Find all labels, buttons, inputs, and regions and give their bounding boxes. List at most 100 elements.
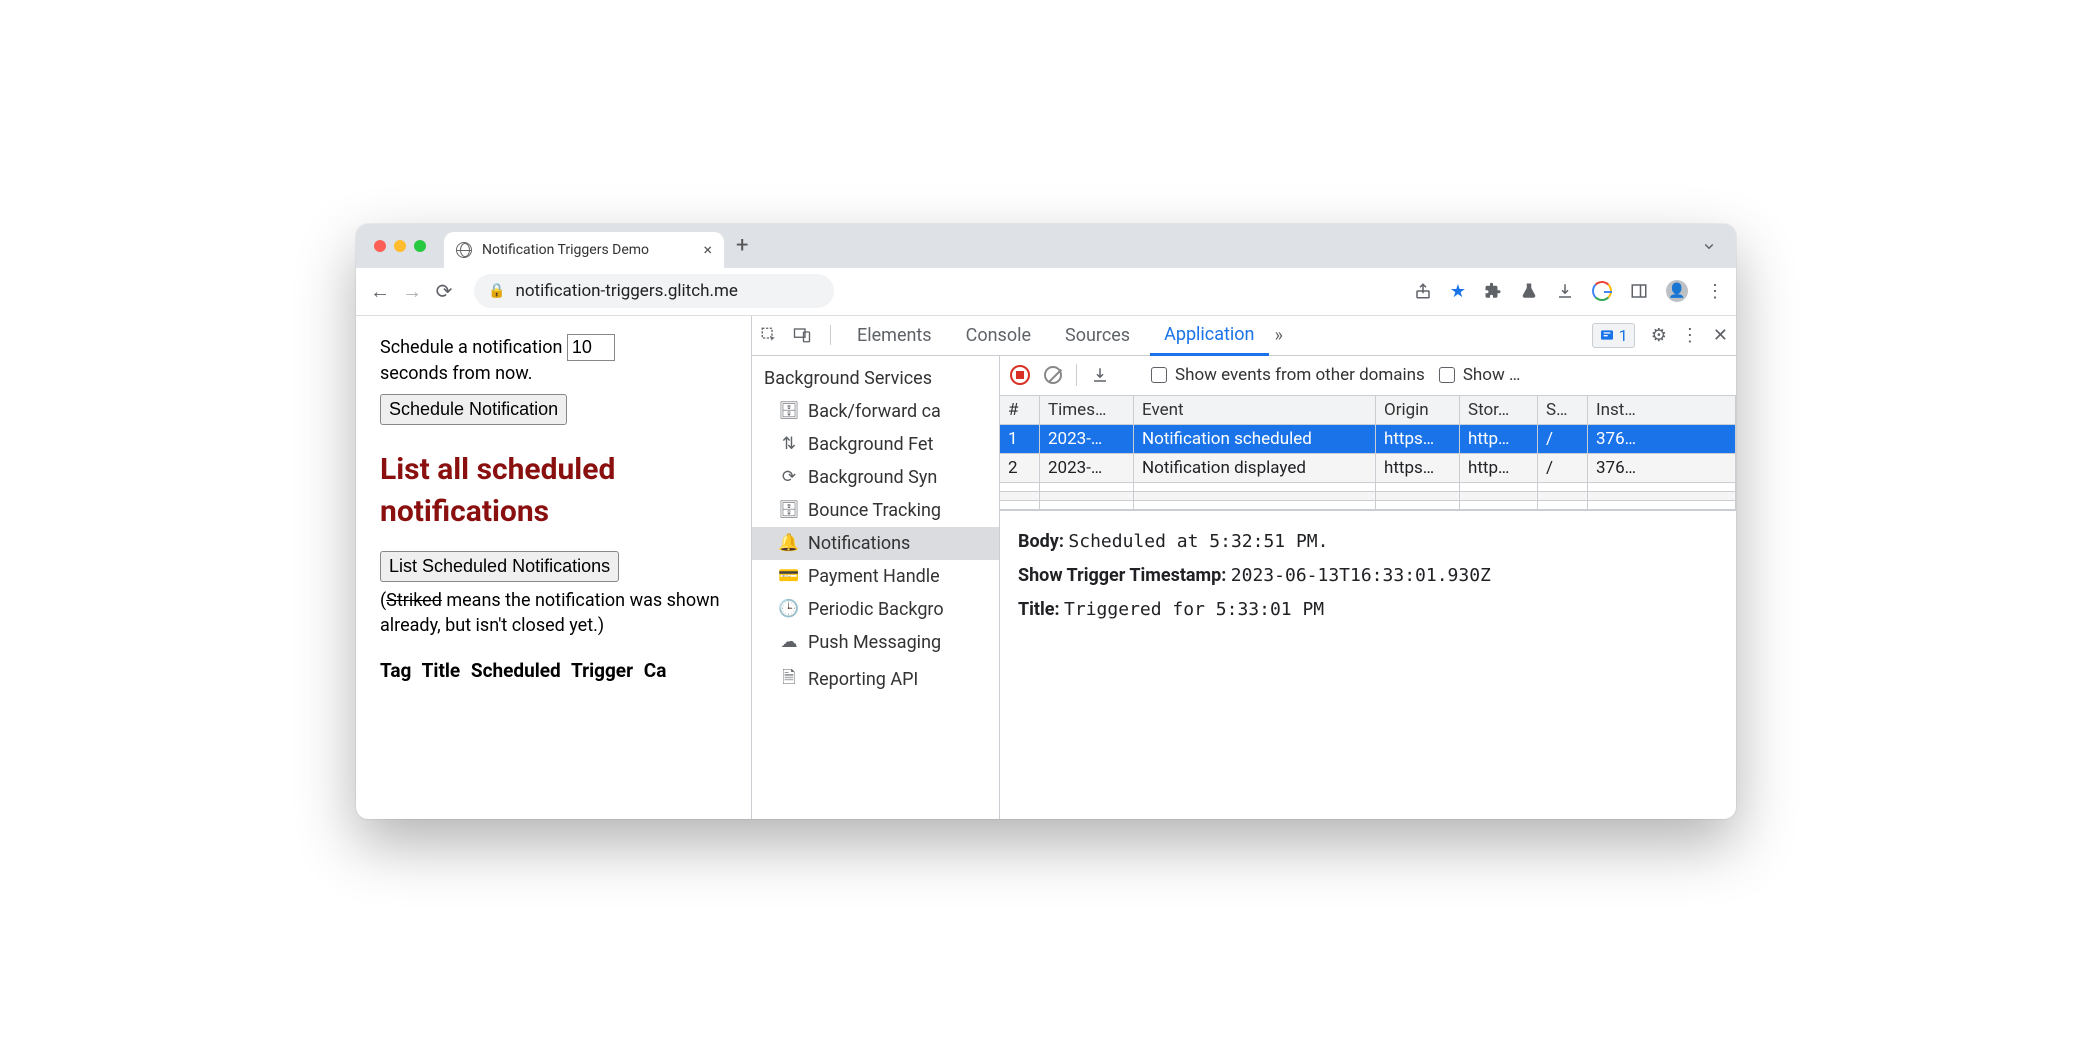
- schedule-label-prefix: Schedule a notification: [380, 337, 562, 358]
- checkbox-icon: [1439, 367, 1455, 383]
- detail-key-title: Title:: [1018, 599, 1060, 620]
- sidebar-item-periodic-background[interactable]: 🕒Periodic Backgro: [752, 593, 999, 626]
- save-button[interactable]: [1091, 366, 1109, 384]
- device-toggle-icon[interactable]: [792, 326, 818, 344]
- table-row[interactable]: Notification displayed: [1134, 454, 1376, 483]
- table-row[interactable]: 376…: [1588, 454, 1736, 483]
- url-text: notification-triggers.glitch.me: [515, 281, 737, 301]
- settings-icon[interactable]: ⚙: [1651, 325, 1667, 346]
- table-row[interactable]: 2023-…: [1040, 425, 1134, 454]
- detail-value-title: Triggered for 5:33:01 PM: [1064, 599, 1324, 620]
- devtools-main: Show events from other domains Show … # …: [1000, 356, 1736, 819]
- hint-text: (Striked means the notification was show…: [380, 588, 727, 638]
- sidebar-item-reporting-api[interactable]: 🗎Reporting API: [752, 659, 999, 700]
- col-header-event[interactable]: Event: [1134, 396, 1376, 425]
- forward-button[interactable]: →: [400, 279, 424, 304]
- schedule-label-suffix: seconds from now.: [380, 363, 532, 384]
- table-row[interactable]: /: [1538, 454, 1588, 483]
- events-table: # Times… Event Origin Stor… S… Inst… 1 2…: [1000, 396, 1736, 511]
- arrows-icon: ⇅: [780, 434, 798, 454]
- window-controls: [374, 240, 426, 252]
- table-row[interactable]: 2023-…: [1040, 454, 1134, 483]
- show-other-domains-checkbox[interactable]: Show events from other domains: [1151, 365, 1425, 385]
- google-account-icon[interactable]: [1592, 281, 1612, 301]
- tab-sources[interactable]: Sources: [1051, 316, 1144, 356]
- col-header-storage[interactable]: Stor…: [1460, 396, 1538, 425]
- sidebar-item-background-fetch[interactable]: ⇅Background Fet: [752, 428, 999, 461]
- globe-icon: [456, 242, 472, 258]
- bell-icon: 🔔: [780, 533, 798, 553]
- sidebar-item-background-sync[interactable]: ⟳Background Syn: [752, 461, 999, 494]
- tab-title: Notification Triggers Demo: [482, 242, 649, 258]
- sidebar-item-back-forward-cache[interactable]: 🗄Back/forward ca: [752, 395, 999, 428]
- sidebar-group-title: Background Services: [752, 364, 999, 395]
- table-row[interactable]: 1: [1000, 425, 1040, 454]
- table-row[interactable]: https…: [1376, 425, 1460, 454]
- sidebar-item-bounce-tracking[interactable]: 🗄Bounce Tracking: [752, 494, 999, 527]
- col-header-instance[interactable]: Inst…: [1588, 396, 1736, 425]
- schedule-notification-button[interactable]: Schedule Notification: [380, 394, 567, 425]
- toolbar-icons: ★ 👤 ⋮: [1414, 280, 1724, 302]
- maximize-window-button[interactable]: [414, 240, 426, 252]
- col-header-origin[interactable]: Origin: [1376, 396, 1460, 425]
- browser-window: Notification Triggers Demo × + ← → ⟳ 🔒 n…: [356, 224, 1736, 819]
- table-row[interactable]: Notification scheduled: [1134, 425, 1376, 454]
- bookmark-star-icon[interactable]: ★: [1450, 281, 1466, 302]
- list-notifications-button[interactable]: List Scheduled Notifications: [380, 551, 619, 582]
- close-tab-button[interactable]: ×: [703, 240, 712, 259]
- minimize-window-button[interactable]: [394, 240, 406, 252]
- show-second-checkbox[interactable]: Show …: [1439, 365, 1521, 385]
- devtools-tabbar: Elements Console Sources Application » 1…: [752, 316, 1736, 356]
- close-window-button[interactable]: [374, 240, 386, 252]
- table-row[interactable]: https…: [1376, 454, 1460, 483]
- card-icon: 💳: [780, 566, 798, 586]
- col-header-timestamp[interactable]: Times…: [1040, 396, 1134, 425]
- list-heading: List all scheduled notifications: [380, 449, 727, 533]
- sidebar-item-payment-handler[interactable]: 💳Payment Handle: [752, 560, 999, 593]
- seconds-input[interactable]: [567, 334, 615, 361]
- inspect-icon[interactable]: [760, 326, 786, 344]
- table-row[interactable]: 2: [1000, 454, 1040, 483]
- table-row[interactable]: /: [1538, 425, 1588, 454]
- clear-button[interactable]: [1044, 366, 1062, 384]
- share-icon[interactable]: [1414, 282, 1432, 300]
- tab-strip: Notification Triggers Demo × +: [356, 224, 1736, 268]
- database-icon: 🗄: [780, 401, 798, 421]
- issues-count: 1: [1619, 326, 1628, 345]
- detail-value-body: Scheduled at 5:32:51 PM.: [1068, 531, 1328, 552]
- more-tabs-button[interactable]: »: [1275, 325, 1283, 346]
- close-devtools-button[interactable]: ✕: [1713, 325, 1728, 346]
- profile-avatar[interactable]: 👤: [1666, 280, 1688, 302]
- url-field[interactable]: 🔒 notification-triggers.glitch.me: [474, 274, 834, 308]
- sidebar-item-notifications[interactable]: 🔔Notifications: [752, 527, 999, 560]
- tab-console[interactable]: Console: [952, 316, 1045, 356]
- side-panel-icon[interactable]: [1630, 282, 1648, 300]
- tab-application[interactable]: Application: [1150, 316, 1268, 356]
- detail-key-trigger: Show Trigger Timestamp:: [1018, 565, 1226, 586]
- downloads-icon[interactable]: [1556, 282, 1574, 300]
- table-row[interactable]: http…: [1460, 425, 1538, 454]
- col-header-s[interactable]: S…: [1538, 396, 1588, 425]
- table-row[interactable]: http…: [1460, 454, 1538, 483]
- reload-button[interactable]: ⟳: [432, 279, 456, 303]
- issues-button[interactable]: 1: [1592, 323, 1635, 348]
- detail-key-body: Body:: [1018, 531, 1064, 552]
- application-toolbar: Show events from other domains Show …: [1000, 356, 1736, 396]
- sidebar-item-push-messaging[interactable]: ☁Push Messaging: [752, 626, 999, 659]
- detail-value-trigger: 2023-06-13T16:33:01.930Z: [1231, 565, 1491, 586]
- browser-tab[interactable]: Notification Triggers Demo ×: [444, 232, 724, 268]
- col-header-num[interactable]: #: [1000, 396, 1040, 425]
- document-icon: 🗎: [780, 665, 798, 694]
- browser-menu-button[interactable]: ⋮: [1706, 281, 1724, 302]
- extensions-icon[interactable]: [1484, 282, 1502, 300]
- tabs-overflow-button[interactable]: [1700, 237, 1718, 255]
- devtools-menu-button[interactable]: ⋮: [1681, 325, 1699, 346]
- record-button[interactable]: [1010, 365, 1030, 385]
- lock-icon: 🔒: [488, 283, 505, 299]
- clock-icon: 🕒: [780, 599, 798, 619]
- new-tab-button[interactable]: +: [736, 233, 748, 258]
- labs-icon[interactable]: [1520, 282, 1538, 300]
- back-button[interactable]: ←: [368, 279, 392, 304]
- tab-elements[interactable]: Elements: [843, 316, 946, 356]
- table-row[interactable]: 376…: [1588, 425, 1736, 454]
